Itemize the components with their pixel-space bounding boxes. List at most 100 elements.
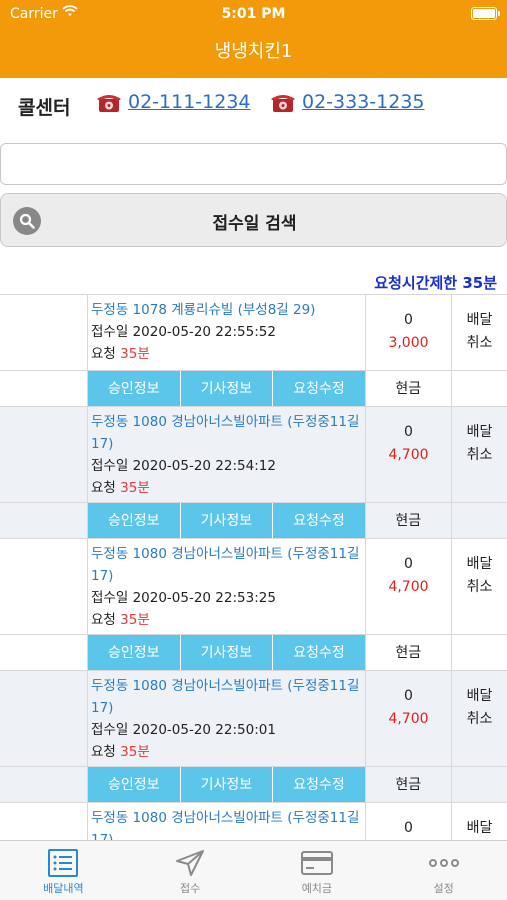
phone-link-2[interactable]: 02-333-1235 bbox=[270, 91, 425, 113]
order-price: 4,700 bbox=[388, 447, 429, 463]
request-label: 요청 bbox=[91, 346, 116, 362]
status-delivery[interactable]: 배달 bbox=[452, 685, 507, 708]
phone-link-1[interactable]: 02-111-1234 bbox=[96, 91, 251, 113]
order-content: 두정동 1080 경남아너스빌아파트 (두정중11길 17) 접수일 2020-… bbox=[88, 539, 366, 634]
clock-label: 5:01 PM bbox=[221, 6, 286, 22]
order-status[interactable]: 배달 취소 bbox=[452, 407, 507, 502]
search-button-label: 접수일 검색 bbox=[212, 214, 297, 234]
status-delivery[interactable]: 배달 bbox=[452, 309, 507, 332]
more-icon bbox=[428, 859, 459, 867]
order-amount: 0 4,700 bbox=[366, 671, 452, 766]
order-amount: 0 4,700 bbox=[366, 539, 452, 634]
request-label: 요청 bbox=[91, 612, 116, 628]
received-time: 2020-05-20 22:53:25 bbox=[132, 590, 276, 606]
phone-number[interactable]: 02-333-1235 bbox=[302, 91, 425, 113]
received-time: 2020-05-20 22:55:52 bbox=[132, 324, 276, 340]
order-status[interactable]: 배달 bbox=[452, 803, 507, 840]
order-content: 두정동 1080 경남아너스빌아파트 (두정중11길 17) bbox=[88, 803, 366, 840]
order-status[interactable]: 배달 취소 bbox=[452, 295, 507, 370]
received-time: 2020-05-20 22:54:12 bbox=[132, 458, 276, 474]
order-address[interactable]: 두정동 1080 경남아너스빌아파트 (두정중11길 17) bbox=[91, 411, 361, 455]
driver-info-button[interactable]: 기사정보 bbox=[180, 371, 274, 406]
order-item[interactable]: 두정동 1080 경남아너스빌아파트 (두정중11길 17) 접수일 2020-… bbox=[0, 407, 507, 539]
request-minutes: 35분 bbox=[120, 346, 150, 362]
order-item[interactable]: 두정동 1078 계룡리슈빌 (부성8길 29) 접수일 2020-05-20 … bbox=[0, 295, 507, 407]
call-center-label: 콜센터 bbox=[18, 97, 71, 119]
order-address[interactable]: 두정동 1080 경남아너스빌아파트 (두정중11길 17) bbox=[91, 807, 361, 840]
status-delivery[interactable]: 배달 bbox=[452, 817, 507, 840]
received-label: 접수일 bbox=[91, 722, 129, 738]
order-count: 0 bbox=[404, 820, 413, 836]
order-item[interactable]: 두정동 1080 경남아너스빌아파트 (두정중11길 17) 0 배달 bbox=[0, 803, 507, 840]
edit-request-button[interactable]: 요청수정 bbox=[273, 371, 366, 406]
request-label: 요청 bbox=[91, 744, 116, 760]
order-address[interactable]: 두정동 1080 경남아너스빌아파트 (두정중11길 17) bbox=[91, 675, 361, 719]
driver-info-button[interactable]: 기사정보 bbox=[180, 767, 274, 802]
call-center-bar: 콜센터 02-111-1234 02-333-1235 bbox=[0, 78, 507, 136]
approval-info-button[interactable]: 승인정보 bbox=[88, 371, 181, 406]
page-title: 냉냉치킨1 bbox=[214, 41, 293, 62]
order-price: 3,000 bbox=[388, 335, 429, 351]
card-icon bbox=[300, 851, 333, 875]
tab-label: 예치금 bbox=[301, 882, 333, 895]
edit-request-button[interactable]: 요청수정 bbox=[273, 503, 366, 538]
driver-info-button[interactable]: 기사정보 bbox=[180, 503, 274, 538]
tab-bar: 배달내역 접수 예치금 설정 bbox=[0, 840, 507, 900]
nav-bar: 냉냉치킨1 bbox=[0, 28, 507, 78]
status-cancel[interactable]: 취소 bbox=[452, 576, 507, 599]
order-address[interactable]: 두정동 1078 계룡리슈빌 (부성8길 29) bbox=[91, 299, 361, 321]
request-minutes: 35분 bbox=[120, 744, 150, 760]
edit-request-button[interactable]: 요청수정 bbox=[273, 767, 366, 802]
search-date-button[interactable]: 접수일 검색 bbox=[0, 193, 507, 247]
status-cancel[interactable]: 취소 bbox=[452, 444, 507, 467]
order-price: 4,700 bbox=[388, 711, 429, 727]
tab-deposit[interactable]: 예치금 bbox=[254, 841, 381, 900]
order-count: 0 bbox=[404, 688, 413, 704]
status-delivery[interactable]: 배달 bbox=[452, 421, 507, 444]
order-content: 두정동 1080 경남아너스빌아파트 (두정중11길 17) 접수일 2020-… bbox=[88, 671, 366, 766]
order-count: 0 bbox=[404, 556, 413, 572]
search-input[interactable] bbox=[0, 143, 507, 185]
status-cancel[interactable]: 취소 bbox=[452, 708, 507, 731]
request-minutes: 35분 bbox=[120, 480, 150, 496]
status-cancel[interactable]: 취소 bbox=[452, 332, 507, 355]
order-item[interactable]: 두정동 1080 경남아너스빌아파트 (두정중11길 17) 접수일 2020-… bbox=[0, 539, 507, 671]
order-list[interactable]: 두정동 1078 계룡리슈빌 (부성8길 29) 접수일 2020-05-20 … bbox=[0, 294, 507, 840]
tab-reception[interactable]: 접수 bbox=[127, 841, 254, 900]
order-address[interactable]: 두정동 1080 경남아너스빌아파트 (두정중11길 17) bbox=[91, 543, 361, 587]
payment-method: 현금 bbox=[366, 767, 452, 802]
approval-info-button[interactable]: 승인정보 bbox=[88, 635, 181, 670]
approval-info-button[interactable]: 승인정보 bbox=[88, 767, 181, 802]
status-bar: Carrier 5:01 PM bbox=[0, 0, 507, 28]
order-content: 두정동 1080 경남아너스빌아파트 (두정중11길 17) 접수일 2020-… bbox=[88, 407, 366, 502]
order-price: 4,700 bbox=[388, 579, 429, 595]
order-thumb bbox=[0, 671, 88, 766]
received-time: 2020-05-20 22:50:01 bbox=[132, 722, 276, 738]
order-amount: 0 4,700 bbox=[366, 407, 452, 502]
list-icon bbox=[48, 849, 79, 877]
telephone-icon bbox=[271, 95, 295, 112]
tab-delivery-history[interactable]: 배달내역 bbox=[0, 841, 127, 900]
driver-info-button[interactable]: 기사정보 bbox=[180, 635, 274, 670]
payment-method: 현금 bbox=[366, 635, 452, 670]
tab-label: 접수 bbox=[180, 882, 201, 895]
telephone-icon bbox=[97, 95, 121, 112]
edit-request-button[interactable]: 요청수정 bbox=[273, 635, 366, 670]
order-count: 0 bbox=[404, 312, 413, 328]
approval-info-button[interactable]: 승인정보 bbox=[88, 503, 181, 538]
order-thumb bbox=[0, 803, 88, 840]
order-amount: 0 bbox=[366, 803, 452, 840]
request-minutes: 35분 bbox=[120, 612, 150, 628]
tab-label: 설정 bbox=[433, 882, 454, 895]
phone-number[interactable]: 02-111-1234 bbox=[128, 91, 251, 113]
order-status[interactable]: 배달 취소 bbox=[452, 539, 507, 634]
order-status[interactable]: 배달 취소 bbox=[452, 671, 507, 766]
payment-method: 현금 bbox=[366, 503, 452, 538]
status-delivery[interactable]: 배달 bbox=[452, 553, 507, 576]
order-item[interactable]: 두정동 1080 경남아너스빌아파트 (두정중11길 17) 접수일 2020-… bbox=[0, 671, 507, 803]
order-thumb bbox=[0, 539, 88, 634]
tab-settings[interactable]: 설정 bbox=[380, 841, 507, 900]
received-label: 접수일 bbox=[91, 590, 129, 606]
send-icon bbox=[176, 850, 205, 876]
received-label: 접수일 bbox=[91, 458, 129, 474]
